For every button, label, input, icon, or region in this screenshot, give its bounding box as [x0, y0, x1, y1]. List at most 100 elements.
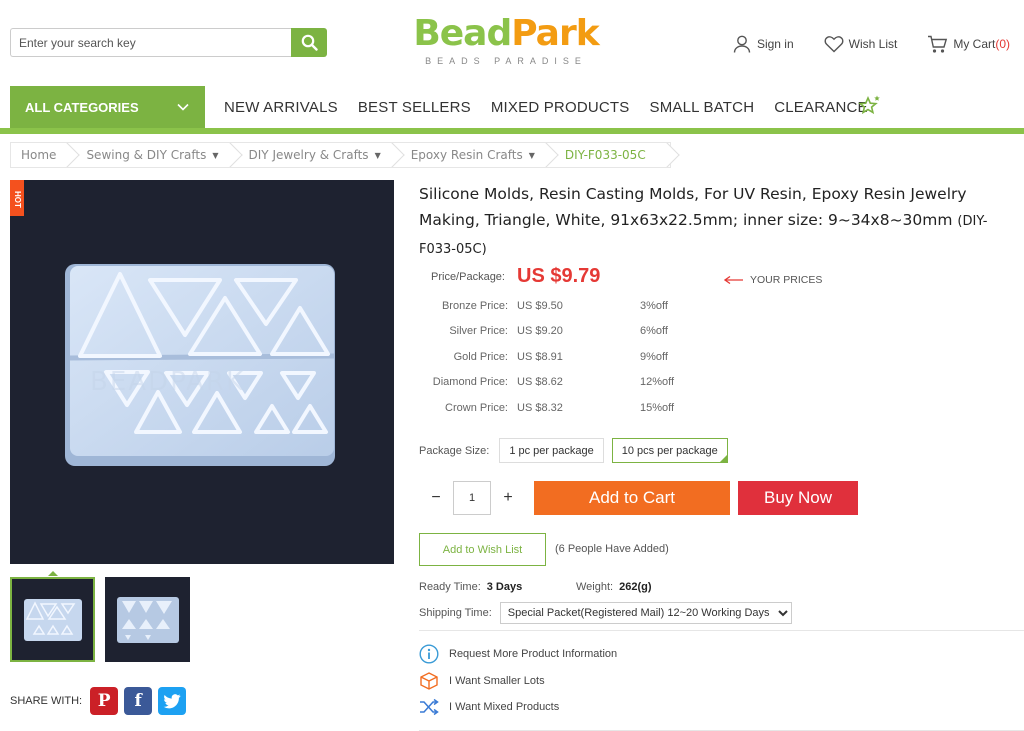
quantity-increase-button[interactable]: +	[491, 481, 525, 515]
thumbnail-indicator	[48, 571, 58, 576]
add-to-wish-list-button[interactable]: Add to Wish List	[419, 533, 546, 566]
tier-row: Silver Price: US $9.20 6%off	[419, 325, 719, 341]
your-prices-label: YOUR PRICES	[750, 274, 823, 286]
thumbnail-strip	[10, 577, 190, 662]
main-nav: ALL CATEGORIES NEW ARRIVALS BEST SELLERS…	[0, 86, 1024, 134]
buy-now-button[interactable]: Buy Now	[738, 481, 858, 515]
nav-mixed-products[interactable]: MIXED PRODUCTS	[491, 99, 630, 116]
share-bar: SHARE WITH: P f	[10, 687, 187, 715]
wish-list-label: Wish List	[848, 37, 898, 51]
thumbnail-1[interactable]	[10, 577, 95, 662]
tier-discount: 15%off	[640, 402, 675, 414]
cart-link[interactable]: My Cart(0)	[927, 34, 1010, 54]
tier-discount: 6%off	[640, 325, 668, 337]
logo-tagline: BEADS PARADISE	[425, 56, 587, 66]
cart-count: (0)	[995, 37, 1010, 51]
weight-value: 262(g)	[619, 581, 652, 593]
cart-icon	[928, 35, 948, 53]
pinterest-icon[interactable]: P	[90, 687, 119, 715]
price-value: US $9.79	[517, 265, 601, 287]
logo-part-1: Bead	[413, 13, 512, 54]
search-input[interactable]	[10, 28, 291, 57]
tier-row: Gold Price: US $8.91 9%off	[419, 351, 719, 367]
price-row: Price/Package: US $9.79 YOUR PRICES	[419, 265, 839, 291]
quantity-decrease-button[interactable]: −	[419, 481, 453, 515]
thumbnail-1-image	[24, 599, 82, 641]
shipping-method-select[interactable]: Special Packet(Registered Mail) 12~20 Wo…	[499, 602, 792, 624]
breadcrumb-epoxy[interactable]: Epoxy Resin Crafts ▼	[395, 143, 549, 167]
weight: Weight: 262(g)	[576, 581, 652, 593]
tier-discount: 3%off	[640, 300, 668, 312]
site-logo[interactable]: BeadPark BEADS PARADISE	[410, 14, 602, 68]
ready-time: Ready Time: 3 Days	[419, 581, 522, 593]
tier-label: Gold Price:	[453, 351, 508, 363]
heart-icon	[824, 36, 844, 53]
shuffle-icon	[420, 698, 439, 716]
sign-in-link[interactable]: Sign in	[732, 34, 794, 54]
star-icon[interactable]	[858, 94, 882, 116]
nav-clearance[interactable]: CLEARANCE	[774, 99, 868, 116]
mixed-products-link[interactable]: I Want Mixed Products	[419, 698, 559, 716]
breadcrumb-home-label: Home	[21, 148, 57, 162]
thumbnail-2[interactable]	[105, 577, 190, 662]
wish-list-link[interactable]: Wish List	[824, 34, 898, 54]
nav-new-arrivals[interactable]: NEW ARRIVALS	[224, 99, 338, 116]
tier-price: US $8.91	[517, 351, 563, 363]
product-main-image[interactable]: BEADPARK HOT	[10, 180, 394, 564]
shipping-time: Shipping Time: Special Packet(Registered…	[419, 602, 792, 624]
twitter-icon[interactable]	[158, 687, 187, 715]
tier-row: Diamond Price: US $8.62 12%off	[419, 376, 719, 392]
arrow-left-icon	[724, 276, 743, 284]
quantity-input[interactable]	[453, 481, 491, 515]
package-option-1pc[interactable]: 1 pc per package	[499, 438, 604, 463]
package-size: Package Size: 1 pc per package 10 pcs pe…	[419, 438, 728, 463]
search-bar	[10, 28, 327, 57]
nav-best-sellers[interactable]: BEST SELLERS	[358, 99, 471, 116]
info-icon	[419, 644, 439, 664]
tier-price: US $9.20	[517, 325, 563, 337]
caret-down-icon: ▼	[528, 150, 535, 160]
tier-row: Crown Price: US $8.32 15%off	[419, 402, 719, 418]
mold-illustration: BEADPARK	[65, 264, 335, 466]
divider	[419, 630, 1024, 631]
tier-discount: 12%off	[640, 376, 675, 388]
search-button[interactable]	[291, 28, 327, 57]
your-prices-note: YOUR PRICES	[724, 274, 822, 286]
all-categories-button[interactable]: ALL CATEGORIES	[10, 86, 205, 128]
breadcrumb-home[interactable]: Home	[11, 143, 70, 167]
nav-small-batch[interactable]: SMALL BATCH	[650, 99, 755, 116]
product-title-text: Silicone Molds, Resin Casting Molds, For…	[419, 185, 967, 229]
weight-label: Weight:	[576, 581, 614, 593]
breadcrumb-sewing[interactable]: Sewing & DIY Crafts ▼	[70, 143, 232, 167]
all-categories-label: ALL CATEGORIES	[25, 99, 139, 115]
tier-price: US $8.32	[517, 402, 563, 414]
package-option-10pcs[interactable]: 10 pcs per package	[611, 438, 728, 463]
price-label: Price/Package:	[431, 271, 505, 283]
share-label: SHARE WITH:	[10, 695, 83, 707]
breadcrumb-epoxy-label: Epoxy Resin Crafts	[410, 148, 523, 162]
shipping-time-label: Shipping Time:	[419, 607, 492, 619]
caret-down-icon: ▼	[212, 150, 219, 160]
box-icon	[420, 672, 438, 690]
tier-label: Silver Price:	[449, 325, 508, 337]
breadcrumb-jewelry[interactable]: DIY Jewelry & Crafts ▼	[233, 143, 395, 167]
smaller-lots-link[interactable]: I Want Smaller Lots	[419, 671, 545, 691]
thumbnail-2-image	[117, 597, 179, 643]
wish-count-text: (6 People Have Added)	[555, 543, 669, 555]
breadcrumb-current: DIY-F033-05C	[549, 143, 670, 167]
facebook-icon[interactable]: f	[124, 687, 153, 715]
breadcrumb-jewelry-label: DIY Jewelry & Crafts	[248, 148, 369, 162]
logo-part-2: Park	[511, 13, 599, 54]
request-info-link[interactable]: Request More Product Information	[419, 644, 617, 664]
tier-label: Diamond Price:	[432, 376, 508, 388]
user-icon	[733, 35, 751, 53]
package-size-label: Package Size:	[419, 444, 490, 457]
cart-label: My Cart	[953, 37, 996, 51]
quantity-stepper: − +	[419, 481, 525, 515]
tier-label: Bronze Price:	[441, 300, 508, 312]
sign-in-label: Sign in	[756, 37, 794, 51]
mixed-products-label: I Want Mixed Products	[449, 701, 560, 713]
caret-down-icon: ▼	[374, 150, 381, 160]
hot-badge: HOT	[10, 180, 24, 216]
add-to-cart-button[interactable]: Add to Cart	[534, 481, 730, 515]
